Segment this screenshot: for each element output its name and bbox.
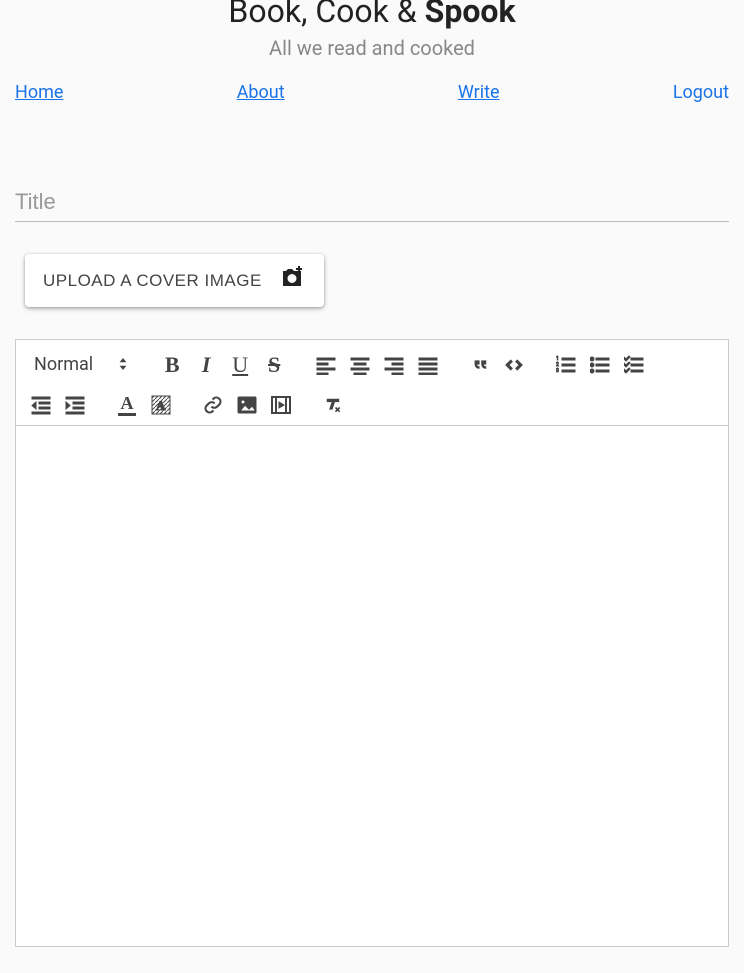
chevron-updown-icon xyxy=(117,355,129,374)
clear-group xyxy=(316,391,350,419)
align-left-button[interactable] xyxy=(312,351,340,379)
italic-button[interactable]: I xyxy=(192,351,220,379)
upload-cover-button[interactable]: Upload a cover image xyxy=(25,254,324,307)
site-title-main: Book, Cook & xyxy=(228,0,424,30)
align-group xyxy=(309,351,445,379)
unordered-list-button[interactable] xyxy=(586,351,614,379)
nav-about[interactable]: About xyxy=(237,82,285,103)
add-photo-icon xyxy=(278,266,306,295)
heading-picker[interactable]: Normal xyxy=(24,350,137,379)
rich-editor: Normal B I U S xyxy=(15,339,729,947)
ordered-list-button[interactable]: 123 xyxy=(552,351,580,379)
align-right-button[interactable] xyxy=(380,351,408,379)
editor-body[interactable] xyxy=(16,426,728,946)
nav-logout[interactable]: Logout xyxy=(673,82,729,103)
svg-text:A: A xyxy=(156,398,166,413)
heading-picker-group: Normal xyxy=(24,350,137,379)
bold-button[interactable]: B xyxy=(158,351,186,379)
site-subtitle: All we read and cooked xyxy=(0,36,744,60)
clear-format-button[interactable] xyxy=(319,391,347,419)
align-center-button[interactable] xyxy=(346,351,374,379)
site-title-bold: Spook xyxy=(425,0,516,30)
text-color-button[interactable]: A xyxy=(113,391,141,419)
main-nav: Home About Write Logout xyxy=(0,82,744,103)
list-group: 123 xyxy=(549,351,651,379)
checklist-button[interactable] xyxy=(620,351,648,379)
color-group: A A xyxy=(110,391,178,419)
nav-write[interactable]: Write xyxy=(458,82,500,103)
indent-button[interactable] xyxy=(61,391,89,419)
background-color-button[interactable]: A xyxy=(147,391,175,419)
block-group xyxy=(463,351,531,379)
align-justify-button[interactable] xyxy=(414,351,442,379)
editor-toolbar: Normal B I U S xyxy=(16,340,728,426)
heading-picker-label: Normal xyxy=(34,354,93,375)
editor-content: Upload a cover image Normal B I U S xyxy=(0,103,744,947)
nav-home[interactable]: Home xyxy=(15,82,63,103)
background-color-icon: A xyxy=(151,395,171,415)
text-color-icon: A xyxy=(118,394,136,416)
image-button[interactable] xyxy=(233,391,261,419)
page-header: Book, Cook & Spook All we read and cooke… xyxy=(0,0,744,60)
outdent-button[interactable] xyxy=(27,391,55,419)
code-block-button[interactable] xyxy=(500,351,528,379)
strikethrough-button[interactable]: S xyxy=(260,351,288,379)
title-input[interactable] xyxy=(15,183,729,222)
video-button[interactable] xyxy=(267,391,295,419)
insert-group xyxy=(196,391,298,419)
upload-cover-label: Upload a cover image xyxy=(43,271,262,291)
link-button[interactable] xyxy=(199,391,227,419)
blockquote-button[interactable] xyxy=(466,351,494,379)
svg-text:3: 3 xyxy=(556,368,559,374)
indent-group xyxy=(24,391,92,419)
site-title: Book, Cook & Spook xyxy=(0,0,744,30)
format-group: B I U S xyxy=(155,351,291,379)
underline-button[interactable]: U xyxy=(226,351,254,379)
